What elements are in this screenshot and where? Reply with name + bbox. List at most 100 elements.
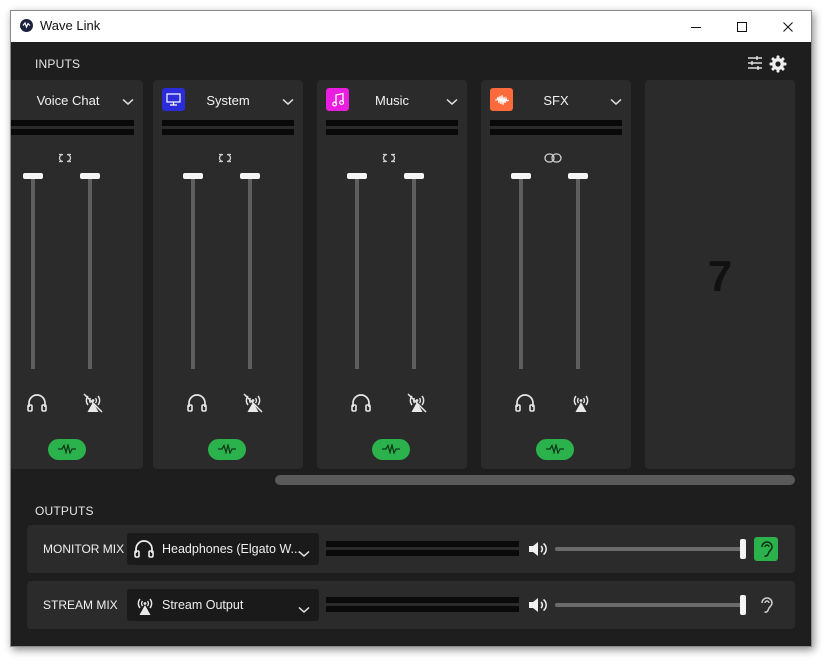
monitor-fader-track[interactable]	[31, 176, 35, 369]
monitor-fader-thumb[interactable]	[347, 173, 367, 179]
volume-icon[interactable]	[527, 539, 549, 564]
output-device-label: Stream Output	[162, 598, 244, 612]
ear-icon	[761, 597, 773, 613]
effects-waveform-icon	[545, 441, 565, 459]
stream-muted-icon[interactable]	[405, 392, 429, 419]
minimize-button[interactable]	[673, 11, 719, 42]
listen-toggle-button[interactable]	[754, 537, 778, 561]
chevron-down-icon[interactable]	[446, 93, 458, 111]
stream-muted-icon[interactable]	[241, 392, 265, 419]
stream-fader-thumb[interactable]	[404, 173, 424, 179]
channel-name[interactable]: System	[153, 93, 303, 108]
level-meter	[490, 120, 622, 126]
channels-scrollbar[interactable]	[275, 475, 795, 485]
empty-channel-slot[interactable]: 7	[645, 80, 795, 469]
monitor-fader-thumb[interactable]	[511, 173, 531, 179]
wave-link-window: Wave Link INPUTS Voice Chat System Music…	[10, 10, 812, 647]
chevron-down-icon[interactable]	[122, 93, 134, 111]
headphones-icon[interactable]	[350, 393, 372, 418]
stream-fader-track[interactable]	[88, 176, 92, 369]
effects-toggle-button[interactable]	[208, 439, 246, 460]
level-meter	[11, 120, 134, 126]
link-icon[interactable]	[544, 150, 562, 168]
stream-mix-row: STREAM MIX Stream Output	[27, 581, 795, 629]
monitor-fader-track[interactable]	[191, 176, 195, 369]
chevron-down-icon[interactable]	[610, 93, 622, 111]
outputs-label: OUTPUTS	[35, 504, 94, 518]
minimize-icon	[691, 26, 701, 28]
headphones-icon[interactable]	[26, 393, 48, 418]
gear-icon	[769, 55, 787, 73]
channel-strip: SFX	[481, 80, 631, 469]
level-meter	[162, 120, 294, 126]
channel-strip: Voice Chat	[11, 80, 143, 469]
window-title: Wave Link	[40, 18, 101, 33]
level-meter	[326, 120, 458, 126]
headphones-icon	[133, 539, 155, 564]
broadcast-icon	[133, 595, 157, 622]
close-icon	[783, 21, 793, 32]
output-volume-thumb[interactable]	[740, 595, 746, 615]
output-level-meter	[326, 597, 519, 603]
channel-name[interactable]: Music	[317, 93, 467, 108]
monitor-fader-track[interactable]	[519, 176, 523, 369]
headphones-icon[interactable]	[514, 393, 536, 418]
chevron-down-icon	[298, 545, 310, 563]
stream-fader-track[interactable]	[248, 176, 252, 369]
effects-waveform-icon	[381, 441, 401, 459]
output-volume-slider[interactable]	[555, 547, 745, 551]
output-level-meter	[326, 606, 519, 612]
stream-fader-track[interactable]	[412, 176, 416, 369]
wave-link-logo-icon	[20, 19, 33, 32]
stream-fader-thumb[interactable]	[568, 173, 588, 179]
level-meter	[11, 129, 134, 135]
mixer-settings-button[interactable]	[747, 55, 763, 76]
stream-fader-thumb[interactable]	[80, 173, 100, 179]
volume-icon[interactable]	[527, 595, 549, 620]
broadcast-icon[interactable]	[569, 392, 593, 419]
output-level-meter	[326, 541, 519, 547]
chevron-down-icon	[298, 601, 310, 619]
headphones-icon[interactable]	[186, 393, 208, 418]
ear-icon	[761, 541, 773, 557]
effects-waveform-icon	[57, 441, 77, 459]
output-level-meter	[326, 550, 519, 556]
monitor-fader-thumb[interactable]	[23, 173, 43, 179]
effects-toggle-button[interactable]	[372, 439, 410, 460]
output-name: STREAM MIX	[43, 598, 118, 612]
stream-fader-thumb[interactable]	[240, 173, 260, 179]
sliders-icon	[748, 56, 762, 70]
level-meter	[326, 129, 458, 135]
monitor-fader-thumb[interactable]	[183, 173, 203, 179]
listen-toggle-button[interactable]	[754, 593, 778, 617]
channel-strip: System	[153, 80, 303, 469]
stream-fader-track[interactable]	[576, 176, 580, 369]
output-device-select[interactable]: Stream Output	[127, 589, 319, 621]
effects-toggle-button[interactable]	[536, 439, 574, 460]
unlink-icon[interactable]	[56, 150, 74, 168]
channel-name[interactable]: SFX	[481, 93, 631, 108]
maximize-button[interactable]	[719, 11, 765, 42]
output-volume-slider[interactable]	[555, 603, 745, 607]
inputs-label: INPUTS	[35, 57, 81, 71]
settings-button[interactable]	[769, 55, 787, 78]
close-button[interactable]	[765, 11, 811, 42]
channel-strip: Music	[317, 80, 467, 469]
effects-toggle-button[interactable]	[48, 439, 86, 460]
unlink-icon[interactable]	[216, 150, 234, 168]
unlink-icon[interactable]	[380, 150, 398, 168]
chevron-down-icon[interactable]	[282, 93, 294, 111]
level-meter	[490, 129, 622, 135]
title-bar: Wave Link	[11, 11, 811, 42]
output-device-select[interactable]: Headphones (Elgato W...	[127, 533, 319, 565]
level-meter	[162, 129, 294, 135]
output-volume-thumb[interactable]	[740, 539, 746, 559]
stream-muted-icon[interactable]	[81, 392, 105, 419]
maximize-icon	[737, 21, 747, 32]
monitor-fader-track[interactable]	[355, 176, 359, 369]
output-name: MONITOR MIX	[43, 542, 125, 556]
output-device-label: Headphones (Elgato W...	[162, 542, 301, 556]
effects-waveform-icon	[217, 441, 237, 459]
monitor-mix-row: MONITOR MIX Headphones (Elgato W...	[27, 525, 795, 573]
empty-slot-number: 7	[707, 252, 733, 301]
